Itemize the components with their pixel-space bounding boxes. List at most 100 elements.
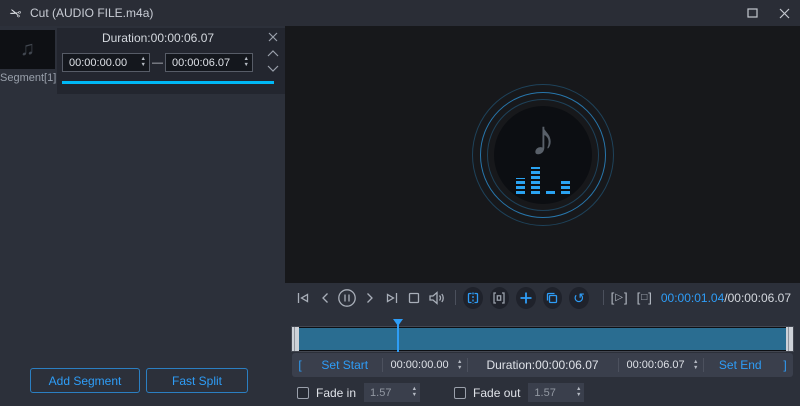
close-button[interactable] bbox=[768, 0, 800, 26]
chevron-down-icon bbox=[267, 65, 279, 72]
reset-icon: ↺ bbox=[573, 289, 585, 306]
reset-button[interactable]: ↺ bbox=[569, 286, 589, 309]
music-note-icon: ♫ bbox=[20, 38, 35, 60]
total-time: 00:00:06.07 bbox=[727, 290, 792, 305]
skip-start-icon bbox=[297, 292, 308, 303]
trim-handle-right[interactable] bbox=[786, 327, 793, 351]
segment-progress-bar bbox=[62, 81, 274, 84]
pause-icon bbox=[338, 288, 357, 307]
stop-button[interactable] bbox=[404, 286, 425, 310]
step-forward-button[interactable] bbox=[359, 286, 380, 310]
segment-down-button[interactable] bbox=[265, 62, 281, 75]
segment-end-input[interactable] bbox=[172, 56, 242, 69]
current-time: 00:00:01.04 bbox=[660, 290, 725, 305]
fast-split-button[interactable]: Fast Split bbox=[146, 368, 248, 393]
trim-duration-label: Duration:00:00:06.07 bbox=[486, 358, 599, 372]
timeline-zone bbox=[292, 312, 793, 352]
close-icon bbox=[779, 8, 789, 18]
fade-in-label: Fade in bbox=[316, 385, 357, 400]
segment-up-button[interactable] bbox=[265, 46, 281, 59]
volume-button[interactable] bbox=[426, 286, 447, 310]
segment-start-field[interactable]: ▲ ▼ bbox=[62, 53, 150, 72]
end-bracket-icon: ] bbox=[783, 358, 787, 372]
maximize-icon bbox=[746, 8, 758, 18]
set-start-button[interactable]: Set Start bbox=[308, 358, 382, 372]
trim-start-input[interactable] bbox=[390, 359, 456, 371]
fade-out-checkbox[interactable] bbox=[454, 386, 467, 399]
spin-down-icon[interactable]: ▼ bbox=[412, 392, 417, 398]
chevron-up-icon bbox=[267, 49, 279, 56]
stop-icon bbox=[409, 292, 420, 303]
skip-end-button[interactable] bbox=[381, 286, 402, 310]
volume-icon bbox=[428, 290, 444, 305]
skip-end-icon bbox=[386, 292, 398, 303]
segment-thumbnail[interactable]: ♫ bbox=[0, 30, 55, 69]
step-back-button[interactable] bbox=[314, 286, 335, 310]
stop-square-icon: □ bbox=[641, 292, 648, 303]
equalizer-icon bbox=[516, 167, 570, 194]
maximize-button[interactable] bbox=[736, 0, 768, 26]
copy-segment-button[interactable] bbox=[542, 286, 563, 309]
bracket-open-icon: [ bbox=[610, 290, 615, 305]
spin-down-icon[interactable]: ▼ bbox=[457, 365, 462, 371]
segment-card[interactable]: Duration:00:00:06.07 ▲ ▼ — bbox=[57, 28, 285, 94]
trim-end-input[interactable] bbox=[626, 359, 692, 371]
scissors-icon: ✂ bbox=[7, 3, 24, 22]
bracket-close-icon: ] bbox=[648, 290, 652, 305]
separator bbox=[602, 290, 604, 305]
fade-out-field[interactable]: ▲ ▼ bbox=[528, 383, 585, 402]
play-triangle-icon: ▷ bbox=[615, 292, 623, 303]
split-button[interactable] bbox=[463, 286, 483, 309]
fade-controls: Fade in ▲ ▼ Fade out ▲ ▼ bbox=[292, 383, 793, 402]
title-bar: ✂ Cut (AUDIO FILE.m4a) bbox=[0, 0, 800, 26]
spin-down-icon[interactable]: ▼ bbox=[244, 62, 249, 68]
time-display: 00:00:01.04/00:00:06.07 bbox=[661, 291, 795, 305]
skip-start-button[interactable] bbox=[292, 286, 313, 310]
pause-button[interactable] bbox=[337, 286, 358, 310]
timeline-track[interactable] bbox=[292, 319, 793, 352]
transport-bar: ↺ [ ▷ ] [ □ ] 00:00:01.04/00:00:06.07 bbox=[285, 283, 800, 312]
step-back-icon bbox=[322, 292, 328, 303]
trim-handle-left[interactable] bbox=[292, 327, 299, 351]
remove-icon bbox=[268, 32, 278, 41]
segment-label: Segment[1] bbox=[0, 72, 57, 84]
set-end-button[interactable]: Set End bbox=[704, 358, 778, 372]
segment-panel: ♫ Segment[1] Duration:00:00:06.07 ▲ ▼ bbox=[0, 26, 285, 406]
audio-core-circle: ♪ bbox=[494, 106, 592, 204]
range-dash: — bbox=[152, 56, 163, 69]
spin-down-icon[interactable]: ▼ bbox=[141, 62, 146, 68]
player-controls: ↺ [ ▷ ] [ □ ] 00:00:01.04/00:00:06.07 [… bbox=[285, 283, 800, 406]
spin-down-icon[interactable]: ▼ bbox=[576, 392, 581, 398]
fade-out-input[interactable] bbox=[534, 386, 574, 399]
remove-segment-button[interactable] bbox=[265, 30, 281, 43]
add-button[interactable] bbox=[516, 286, 536, 309]
playhead[interactable] bbox=[392, 319, 403, 352]
add-segment-button[interactable]: Add Segment bbox=[30, 368, 140, 393]
fade-in-input[interactable] bbox=[370, 386, 410, 399]
trim-start-field[interactable]: ▲ ▼ bbox=[383, 359, 467, 371]
copy-icon bbox=[547, 292, 558, 303]
select-region-button[interactable] bbox=[489, 286, 510, 309]
fade-in-checkbox[interactable] bbox=[297, 386, 309, 399]
trim-end-field[interactable]: ▲ ▼ bbox=[619, 359, 703, 371]
play-segment-button[interactable]: [ ▷ ] bbox=[611, 290, 628, 305]
trim-bar: [ Set Start ▲ ▼ Duration:00:00:06.07 ▲ ▼… bbox=[292, 353, 793, 377]
spin-up-icon[interactable]: ▲ bbox=[693, 359, 698, 365]
music-note-icon: ♪ bbox=[530, 110, 556, 166]
segment-duration-label: Duration:00:00:06.07 bbox=[101, 31, 215, 45]
region-icon bbox=[493, 291, 506, 304]
spin-down-icon[interactable]: ▼ bbox=[693, 365, 698, 371]
step-forward-icon bbox=[366, 292, 373, 303]
segment-end-field[interactable]: ▲ ▼ bbox=[165, 53, 253, 72]
split-icon bbox=[467, 292, 478, 303]
fade-out-label: Fade out bbox=[473, 385, 521, 400]
plus-icon bbox=[520, 292, 532, 303]
bracket-open-icon: [ bbox=[636, 290, 641, 305]
segment-start-input[interactable] bbox=[69, 56, 139, 69]
fade-in-field[interactable]: ▲ ▼ bbox=[364, 383, 421, 402]
preview-area: ♪ bbox=[285, 26, 800, 283]
window-title: Cut (AUDIO FILE.m4a) bbox=[30, 6, 154, 20]
spin-up-icon[interactable]: ▲ bbox=[457, 359, 462, 365]
stop-segment-button[interactable]: [ □ ] bbox=[637, 290, 652, 305]
start-bracket-icon: [ bbox=[298, 358, 302, 372]
